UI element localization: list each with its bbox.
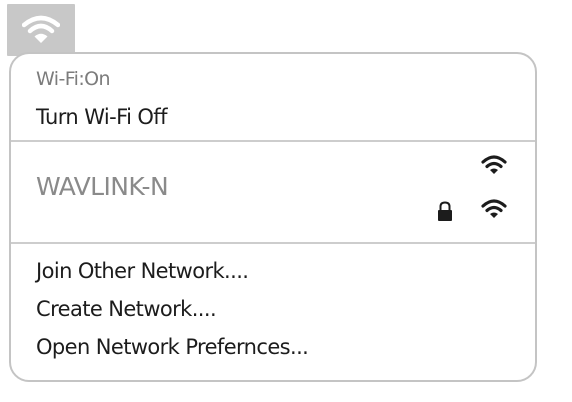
menu-separator bbox=[11, 242, 535, 244]
create-network-item[interactable]: Create Network.... bbox=[36, 297, 217, 321]
wifi-icon bbox=[22, 15, 60, 43]
open-network-preferences-item[interactable]: Open Network Prefernces... bbox=[36, 335, 309, 359]
menu-separator bbox=[11, 140, 535, 142]
wifi-signal-icon bbox=[481, 155, 507, 174]
wifi-signal-icon bbox=[481, 199, 507, 218]
menubar-wifi-button[interactable] bbox=[7, 4, 75, 56]
turn-wifi-off-item[interactable]: Turn Wi-Fi Off bbox=[36, 105, 167, 129]
wifi-status-label: Wi-Fi:On bbox=[36, 68, 111, 90]
lock-icon bbox=[438, 201, 452, 221]
wifi-dropdown-menu: Wi-Fi:On Turn Wi-Fi Off WAVLINK-N Join O… bbox=[9, 52, 537, 382]
network-name: WAVLINK-N bbox=[36, 172, 169, 201]
join-other-network-item[interactable]: Join Other Network.... bbox=[36, 259, 249, 283]
